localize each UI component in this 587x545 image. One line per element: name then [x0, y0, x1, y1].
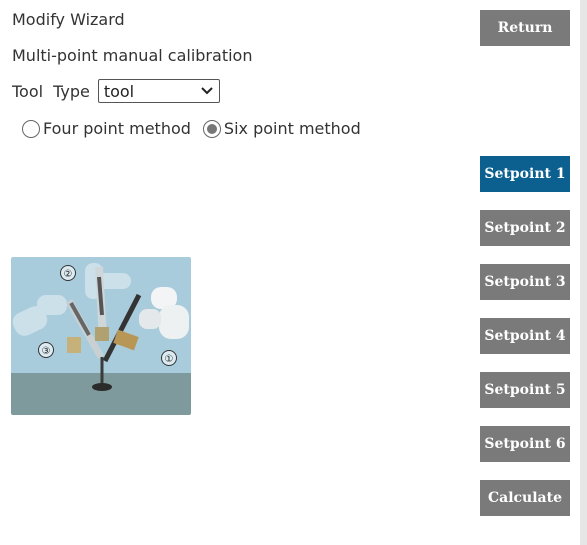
marker-1-label: ①	[165, 354, 174, 365]
type-label: Type	[53, 81, 90, 101]
four-point-radio[interactable]	[22, 119, 40, 138]
scrollbar-track[interactable]	[580, 0, 587, 545]
robot-calibration-image: ② ③ ①	[11, 257, 191, 415]
method-radio-group: Four point method Six point method	[22, 119, 361, 138]
chevron-down-icon	[201, 87, 213, 95]
setpoint-2-button[interactable]: Setpoint 2	[480, 210, 570, 246]
setpoint-6-button[interactable]: Setpoint 6	[480, 426, 570, 462]
six-point-label[interactable]: Six point method	[224, 119, 361, 138]
setpoint-5-button[interactable]: Setpoint 5	[480, 372, 570, 408]
page-title: Modify Wizard	[12, 10, 125, 29]
tool-type-value: tool	[103, 81, 135, 101]
marker-3-label: ③	[42, 346, 51, 357]
setpoint-4-button[interactable]: Setpoint 4	[480, 318, 570, 354]
tool-label: Tool	[12, 81, 44, 101]
marker-2-label: ②	[64, 269, 73, 280]
tool-type-select[interactable]: tool	[97, 79, 220, 103]
six-point-radio[interactable]	[202, 119, 221, 138]
setpoint-3-button[interactable]: Setpoint 3	[480, 264, 570, 300]
calibration-illustration: ② ③ ①	[11, 257, 191, 415]
page-subtitle: Multi-point manual calibration	[12, 46, 253, 65]
tool-type-row: Tool Type tool	[12, 78, 220, 104]
setpoint-1-button[interactable]: Setpoint 1	[480, 156, 570, 192]
calculate-button[interactable]: Calculate	[480, 480, 570, 516]
return-button[interactable]: Return	[480, 10, 570, 46]
four-point-label[interactable]: Four point method	[43, 119, 191, 138]
